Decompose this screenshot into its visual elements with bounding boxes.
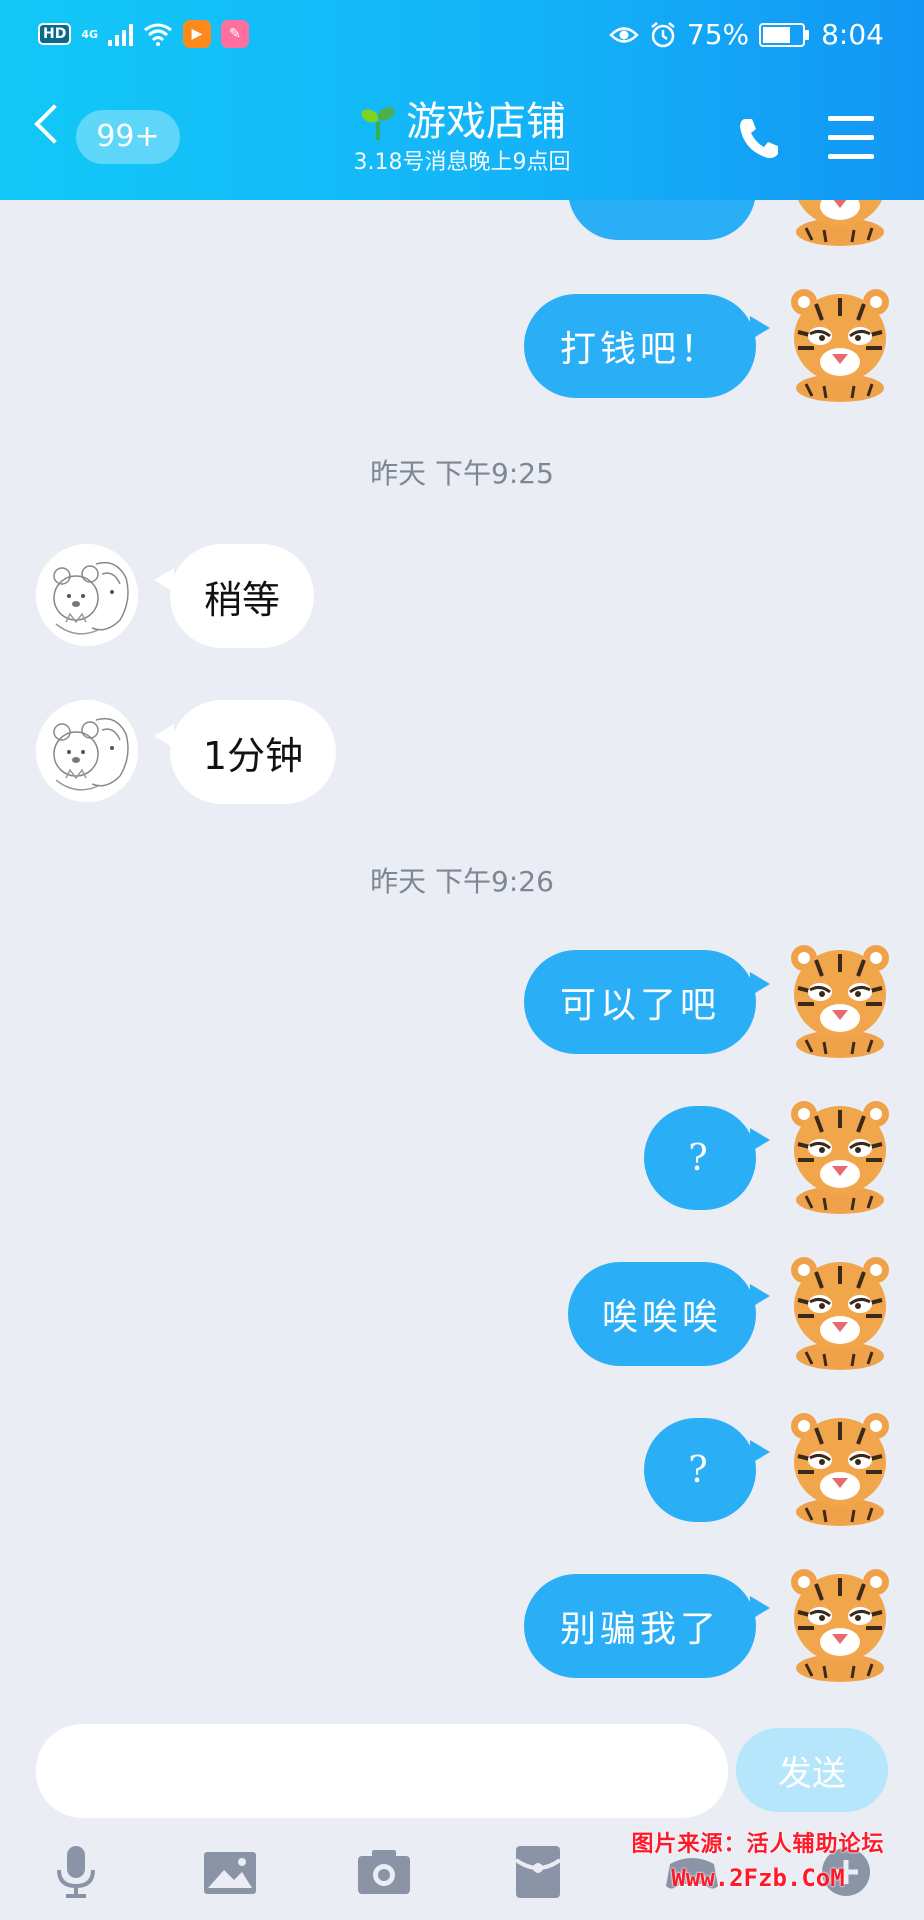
microphone-icon[interactable] — [46, 1842, 106, 1902]
message-bubble-me[interactable]: ? — [644, 1418, 770, 1522]
message-bubble-me[interactable]: 可以了吧 — [524, 950, 770, 1054]
phone-icon[interactable] — [734, 113, 784, 163]
watermark-line2: Www.2Fzb.CoM — [671, 1864, 845, 1892]
battery-percent: 75% — [686, 18, 750, 51]
message-bubble-me[interactable]: 打钱吧！ — [524, 294, 770, 398]
tiger-avatar-icon[interactable] — [776, 1400, 904, 1528]
chat-subtitle: 3.18号消息晚上9点回 — [353, 150, 571, 175]
message-bubble-other[interactable]: 稍等 — [154, 544, 314, 648]
tiger-avatar-icon[interactable] — [776, 1088, 904, 1216]
tiger-avatar-icon[interactable] — [776, 1244, 904, 1372]
eye-icon — [609, 26, 639, 43]
camera-icon[interactable] — [354, 1842, 414, 1902]
message-bubble-me[interactable]: 别骗我了 — [524, 1574, 770, 1678]
chat-title-row: 游戏店铺 — [358, 96, 566, 148]
battery-icon — [759, 22, 810, 47]
video-app-icon: ▶ — [183, 20, 212, 48]
tiger-avatar-icon[interactable] — [776, 276, 904, 404]
message-input[interactable] — [36, 1724, 728, 1818]
timestamp: 昨天 下午9:26 — [370, 865, 554, 898]
tiger-avatar-icon[interactable] — [776, 200, 904, 248]
red-packet-icon[interactable] — [508, 1842, 568, 1902]
hd-indicator: HD — [38, 23, 72, 45]
network-type: 4G — [81, 27, 99, 41]
signal-icon — [108, 22, 134, 46]
chat-header: HD 4G ▶ ✎ 75% 8:04 99+ 游戏店铺 3.18号消息晚上9点回 — [0, 0, 924, 200]
wifi-icon — [144, 23, 172, 46]
watermark: 图片来源：活人辅助论坛 Www.2Fzb.CoM — [616, 1826, 900, 1892]
alarm-icon — [651, 21, 675, 47]
watermark-line1: 图片来源：活人辅助论坛 — [631, 1832, 885, 1857]
message-bubble-me[interactable]: ? — [644, 1106, 770, 1210]
tiger-avatar-icon[interactable] — [776, 1556, 904, 1684]
sketch-avatar-icon[interactable] — [36, 544, 138, 646]
title-block: 游戏店铺 3.18号消息晚上9点回 — [0, 96, 924, 178]
status-bar: HD 4G ▶ ✎ 75% 8:04 — [0, 0, 924, 74]
send-button[interactable]: 发送 — [736, 1728, 888, 1812]
menu-icon[interactable] — [828, 116, 874, 173]
timestamp: 昨天 下午9:25 — [370, 457, 554, 490]
clock: 8:04 — [821, 18, 884, 51]
message-bubble-me[interactable]: 唉唉唉 — [568, 1262, 770, 1366]
chat-title: 游戏店铺 — [406, 99, 566, 145]
image-icon[interactable] — [200, 1842, 260, 1902]
message-bubble-partial[interactable] — [568, 200, 756, 240]
tiger-avatar-icon[interactable] — [776, 932, 904, 1060]
message-bubble-other[interactable]: 1分钟 — [154, 700, 336, 804]
brush-app-icon: ✎ — [221, 20, 250, 48]
message-list[interactable]: 打钱吧！ 昨天 下午9:25 稍等 1分钟 昨天 下午9:26 可以了吧 ? 唉… — [0, 200, 924, 1710]
sketch-avatar-icon[interactable] — [36, 700, 138, 802]
sprout-icon — [361, 107, 395, 140]
